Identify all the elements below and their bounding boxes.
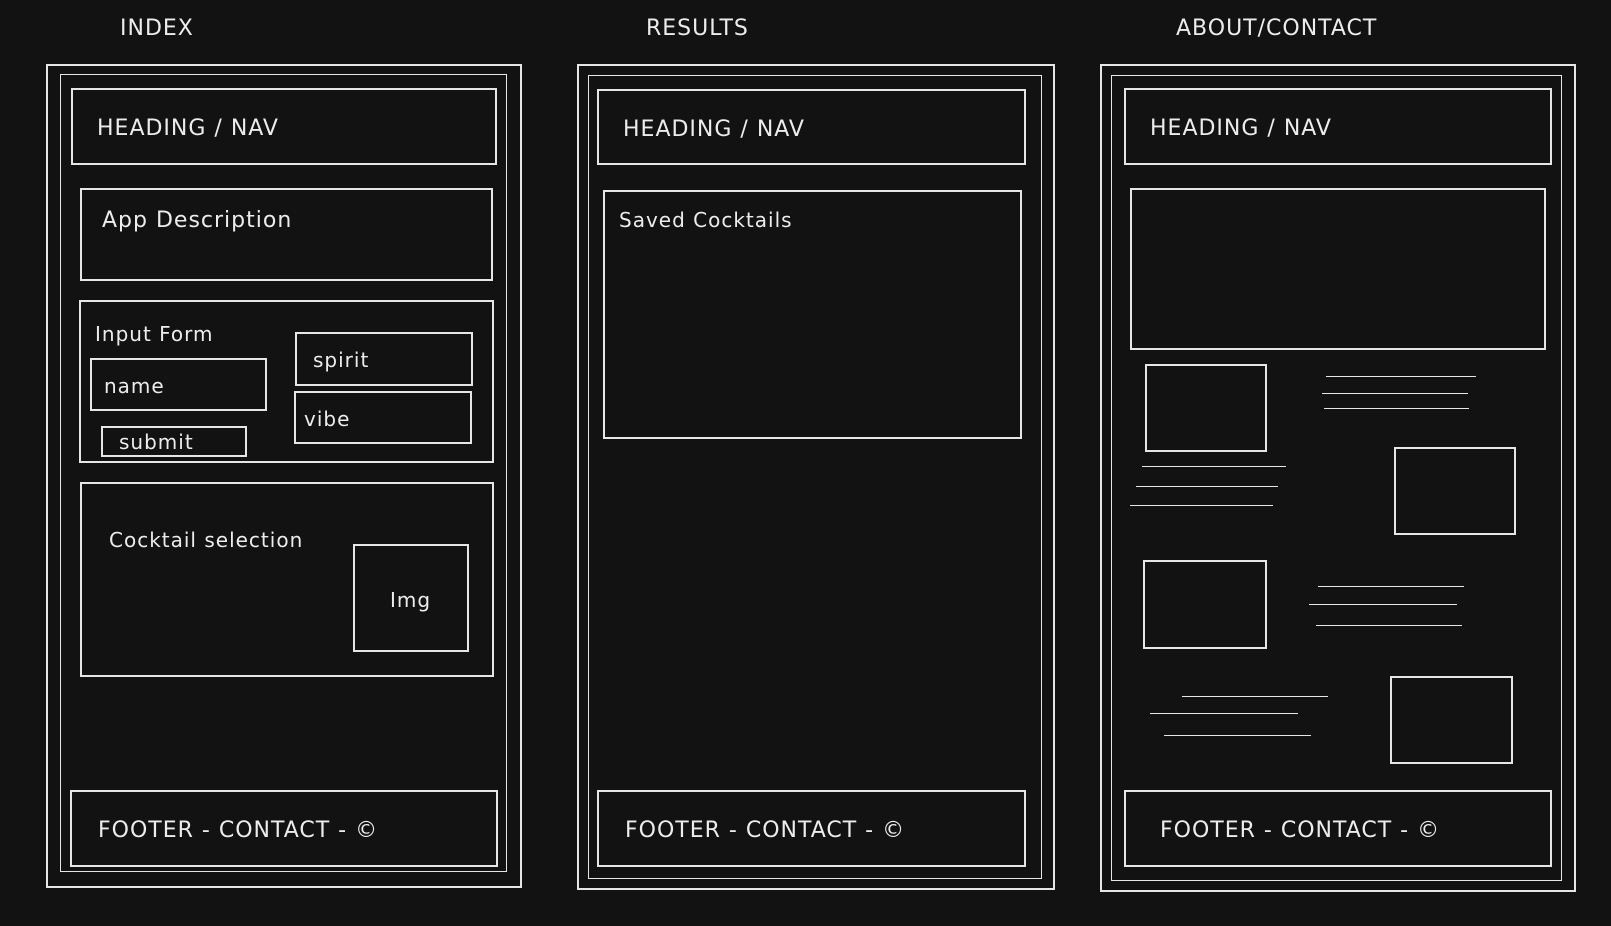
spirit-input[interactable]: spirit — [295, 332, 473, 386]
vibe-input[interactable]: vibe — [294, 391, 472, 444]
about-heading-label: HEADING / NAV — [1150, 116, 1332, 141]
input-form-title: Input Form — [95, 322, 214, 346]
about-text-line — [1150, 713, 1298, 714]
results-heading-nav: HEADING / NAV — [597, 89, 1026, 165]
about-text-line — [1164, 735, 1311, 736]
about-text-line — [1142, 466, 1286, 467]
about-image-block-4 — [1390, 676, 1513, 764]
about-text-line — [1326, 376, 1476, 377]
saved-cocktails-panel: Saved Cocktails — [603, 190, 1022, 439]
about-text-line — [1316, 625, 1462, 626]
app-description-label: App Description — [102, 208, 293, 233]
about-footer-label: FOOTER - CONTACT - © — [1160, 818, 1441, 843]
about-text-line — [1318, 586, 1464, 587]
results-footer: FOOTER - CONTACT - © — [597, 790, 1026, 867]
cocktail-selection-label: Cocktail selection — [109, 528, 304, 552]
about-column-title: ABOUT/CONTACT — [1176, 16, 1378, 41]
results-column-title: RESULTS — [646, 16, 749, 41]
about-heading-nav: HEADING / NAV — [1124, 88, 1552, 165]
about-footer: FOOTER - CONTACT - © — [1124, 790, 1552, 867]
about-text-line — [1309, 604, 1457, 605]
cocktail-selection: Cocktail selection Img — [80, 482, 494, 677]
saved-cocktails-label: Saved Cocktails — [619, 208, 793, 232]
about-hero-block — [1130, 188, 1546, 350]
vibe-input-label: vibe — [304, 407, 351, 431]
results-footer-label: FOOTER - CONTACT - © — [625, 818, 906, 843]
about-text-line — [1136, 486, 1278, 487]
about-image-block-2 — [1394, 447, 1516, 535]
spirit-input-label: spirit — [313, 348, 370, 372]
index-footer: FOOTER - CONTACT - © — [70, 790, 498, 867]
name-input-label: name — [104, 374, 165, 398]
cocktail-image-placeholder: Img — [353, 544, 469, 652]
submit-button-label: submit — [119, 430, 194, 454]
name-input[interactable]: name — [90, 358, 267, 411]
about-text-line — [1130, 505, 1273, 506]
about-text-line — [1182, 696, 1328, 697]
index-heading-label: HEADING / NAV — [97, 116, 279, 141]
submit-button[interactable]: submit — [101, 426, 247, 457]
index-footer-label: FOOTER - CONTACT - © — [98, 818, 379, 843]
about-text-line — [1324, 408, 1469, 409]
index-heading-nav: HEADING / NAV — [71, 88, 497, 165]
index-app-description: App Description — [80, 188, 493, 281]
about-image-block-3 — [1143, 560, 1267, 649]
index-column-title: INDEX — [120, 16, 194, 41]
about-image-block-1 — [1145, 364, 1267, 452]
about-text-line — [1322, 393, 1468, 394]
cocktail-image-label: Img — [390, 588, 432, 612]
results-heading-label: HEADING / NAV — [623, 117, 805, 142]
input-form: Input Form name submit spirit vibe — [79, 300, 494, 463]
